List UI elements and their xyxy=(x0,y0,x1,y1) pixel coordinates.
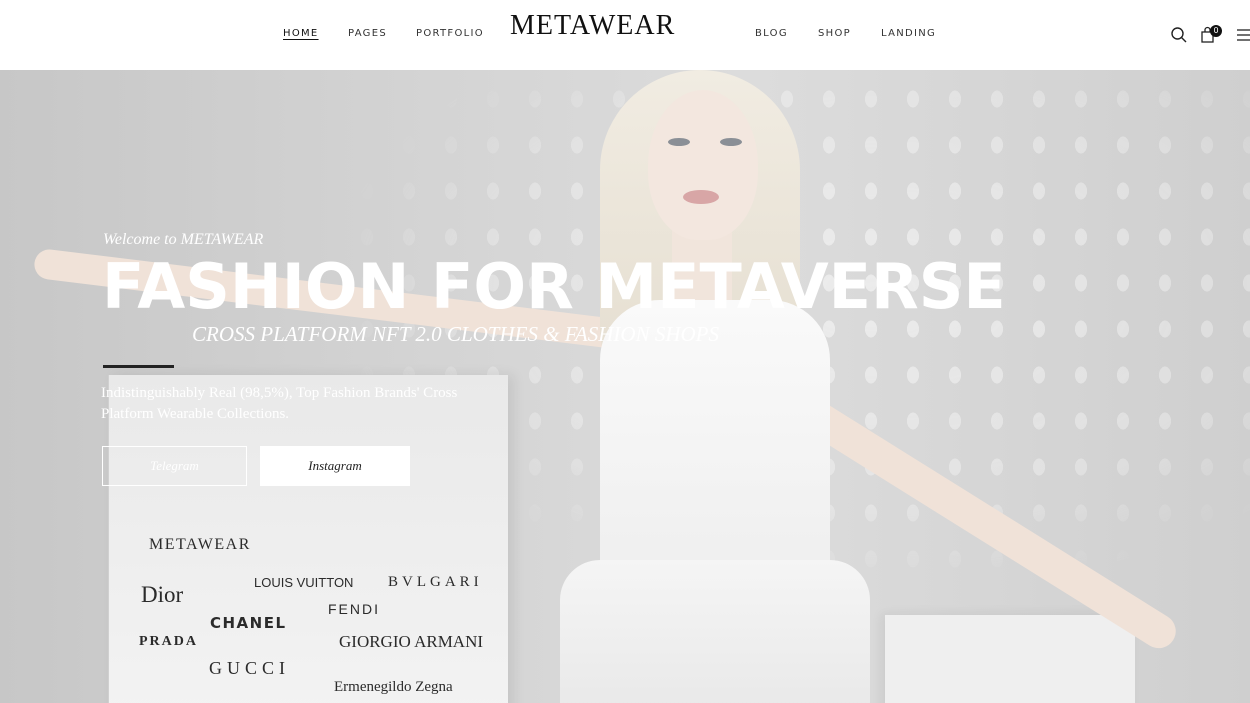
site-header: HOME PAGES PORTFOLIO METAWEAR BLOG SHOP … xyxy=(0,0,1250,70)
hero-section: Welcome to METAWEAR FASHION FOR METAVERS… xyxy=(0,70,1250,703)
brand-gucci-logo: GUCCI xyxy=(209,658,291,678)
cart-count-badge: 0 xyxy=(1210,25,1222,37)
nav-home[interactable]: HOME xyxy=(283,28,319,39)
nav-landing[interactable]: LANDING xyxy=(881,28,936,39)
brand-chanel-logo: CHANEL xyxy=(210,614,287,632)
hero-headline: FASHION FOR METAVERSE xyxy=(102,250,1006,323)
model-face xyxy=(648,90,758,240)
hero-description: Indistinguishably Real (98,5%), Top Fash… xyxy=(101,385,458,422)
model-lips xyxy=(683,190,719,204)
brand-fendi-logo: FENDI xyxy=(328,601,380,617)
brand-zegna-logo: Ermenegildo Zegna xyxy=(334,679,453,695)
brand-bvlgari-logo: BVLGARI xyxy=(388,574,483,590)
telegram-button[interactable]: Telegram xyxy=(102,446,247,486)
instagram-button[interactable]: Instagram xyxy=(260,446,410,486)
nav-portfolio[interactable]: PORTFOLIO xyxy=(416,28,484,39)
brand-metawear-logo: METAWEAR xyxy=(149,536,251,553)
brand-prada-logo: PRADA xyxy=(139,634,198,649)
model-eye-right xyxy=(720,138,742,146)
model-eye-left xyxy=(668,138,690,146)
hero-subheadline: CROSS PLATFORM NFT 2.0 CLOTHES & FASHION… xyxy=(192,322,719,346)
brand-dior-logo: Dior xyxy=(141,582,184,607)
nav-blog[interactable]: BLOG xyxy=(755,28,788,39)
brand-louis-vuitton-logo: LOUIS VUITTON xyxy=(254,575,354,590)
search-icon[interactable] xyxy=(1170,26,1188,44)
nav-shop[interactable]: SHOP xyxy=(818,28,851,39)
site-logo[interactable]: METAWEAR xyxy=(510,10,675,42)
model-white-pants xyxy=(560,560,870,703)
welcome-text: Welcome to METAWEAR xyxy=(103,231,264,248)
menu-icon[interactable] xyxy=(1236,26,1250,44)
brand-giorgio-armani-logo: GIORGIO ARMANI xyxy=(339,632,484,651)
pedestal-right xyxy=(885,615,1135,703)
nav-pages[interactable]: PAGES xyxy=(348,28,387,39)
hero-divider xyxy=(103,365,174,368)
